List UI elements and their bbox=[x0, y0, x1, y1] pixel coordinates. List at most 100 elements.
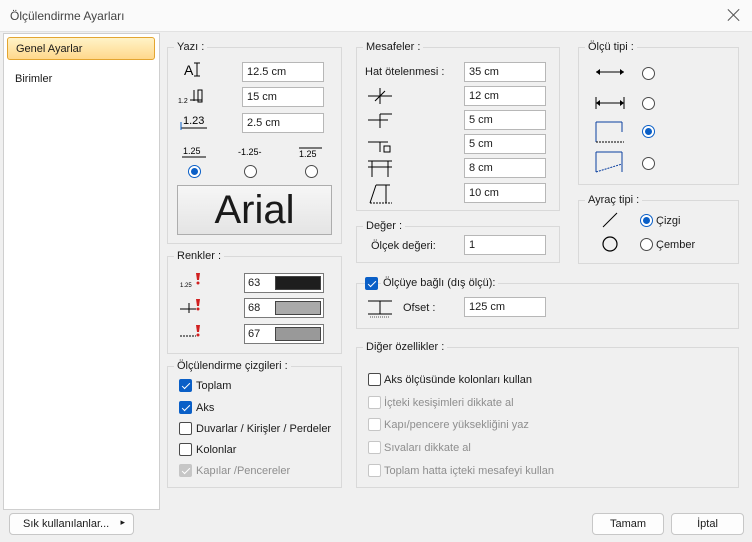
distance-field-4[interactable]: 5 cm bbox=[464, 134, 546, 154]
duvarlar-checkbox[interactable] bbox=[179, 422, 192, 435]
cizgiler-group-title: Ölçülendirme çizgileri : bbox=[174, 360, 291, 372]
disolcu-checkbox[interactable] bbox=[365, 277, 378, 290]
line-color-swatch[interactable]: 68 bbox=[244, 298, 324, 318]
toplam-icteki-label: Toplam hatta içteki mesafeyi kullan bbox=[384, 465, 554, 477]
aks-kolon-label: Aks ölçüsünde kolonları kullan bbox=[384, 374, 532, 386]
icteki-kesisim-checkbox[interactable] bbox=[368, 396, 381, 409]
distance-field-2[interactable]: 12 cm bbox=[464, 86, 546, 106]
text-color-fill bbox=[275, 276, 321, 290]
aks-checkbox[interactable] bbox=[179, 401, 192, 414]
text-spacing-field[interactable]: 2.5 cm bbox=[242, 113, 324, 133]
disolcu-label: Ölçüye bağlı (dış ölçü): bbox=[381, 277, 498, 289]
svg-text:1.25: 1.25 bbox=[299, 149, 317, 159]
svg-text:1.25: 1.25 bbox=[183, 146, 201, 156]
text-decimal-icon: 1.23 bbox=[179, 112, 209, 132]
ayrac-cember-radio[interactable] bbox=[640, 238, 653, 251]
extension-offset-icon bbox=[366, 134, 394, 154]
dim-type-extension-icon bbox=[594, 118, 628, 146]
chevron-right-icon: ▸ bbox=[120, 517, 125, 527]
line-color-icon bbox=[180, 297, 202, 315]
hat-otelenmesi-field[interactable]: 35 cm bbox=[464, 62, 546, 82]
duvarlar-label: Duvarlar / Kirişler / Perdeler bbox=[196, 423, 332, 435]
category-list: Genel Ayarlar Birimler bbox=[3, 33, 160, 510]
extension-color-icon bbox=[180, 323, 202, 341]
column-gap-icon bbox=[366, 157, 394, 179]
extension-color-fill bbox=[275, 327, 321, 341]
dim-type-2-radio[interactable] bbox=[642, 97, 655, 110]
hat-otelenmesi-label: Hat ötelenmesi : bbox=[365, 66, 445, 78]
offset-icon bbox=[366, 297, 394, 319]
text-offset-field[interactable]: 15 cm bbox=[242, 87, 324, 107]
font-select-button[interactable]: Arial bbox=[177, 185, 332, 235]
deger-group-title: Değer : bbox=[363, 220, 406, 232]
ayrac-cember-label: Çember bbox=[656, 239, 696, 251]
text-height-icon: A bbox=[182, 60, 206, 80]
text-color-swatch[interactable]: 63 bbox=[244, 273, 324, 293]
distance-field-3[interactable]: 5 cm bbox=[464, 110, 546, 130]
text-size-field[interactable]: 12.5 cm bbox=[242, 62, 324, 82]
svg-text:A: A bbox=[184, 62, 194, 78]
svg-text:1.2: 1.2 bbox=[178, 98, 188, 105]
renkler-group-title: Renkler : bbox=[174, 250, 225, 262]
dim-type-ticks-icon bbox=[594, 95, 628, 111]
sivalar-label: Sıvaları dikkate al bbox=[384, 442, 471, 454]
window-title: Ölçülendirme Ayarları bbox=[10, 9, 125, 23]
sik-kullanilanlar-label: Sık kullanılanlar... bbox=[23, 518, 110, 530]
cancel-button[interactable]: İptal bbox=[671, 513, 744, 535]
extension-overshoot-icon bbox=[366, 110, 394, 130]
extension-color-swatch[interactable]: 67 bbox=[244, 324, 324, 344]
kapi-yukseklik-checkbox[interactable] bbox=[368, 418, 381, 431]
ayrac-cizgi-radio[interactable] bbox=[640, 214, 653, 227]
dim-type-4-radio[interactable] bbox=[642, 157, 655, 170]
distance-field-6[interactable]: 10 cm bbox=[464, 183, 546, 203]
aks-label: Aks bbox=[196, 402, 215, 414]
sik-kullanilanlar-button[interactable]: Sık kullanılanlar... ▸ bbox=[9, 513, 134, 535]
ok-button[interactable]: Tamam bbox=[592, 513, 664, 535]
text-offset-icon: 1.2 bbox=[178, 86, 208, 106]
ayrac-tipi-group-title: Ayraç tipi : bbox=[585, 194, 643, 206]
text-color-number: 63 bbox=[248, 277, 261, 289]
ofset-label: Ofset : bbox=[403, 302, 436, 314]
svg-text:-1.25-: -1.25- bbox=[238, 147, 262, 157]
text-position-below-radio[interactable] bbox=[305, 165, 318, 178]
ofset-field[interactable]: 125 cm bbox=[464, 297, 546, 317]
toplam-icteki-checkbox[interactable] bbox=[368, 464, 381, 477]
extension-color-number: 67 bbox=[248, 328, 261, 340]
ayrac-cizgi-label: Çizgi bbox=[656, 215, 681, 227]
text-color-icon: 1.25 bbox=[180, 271, 202, 289]
text-below-line-icon: 1.25 bbox=[298, 145, 324, 159]
kolonlar-label: Kolonlar bbox=[196, 444, 237, 456]
toplam-label: Toplam bbox=[196, 380, 232, 392]
olcu-tipi-group-title: Ölçü tipi : bbox=[585, 41, 637, 53]
svg-text:1.23: 1.23 bbox=[183, 115, 204, 127]
sivalar-checkbox[interactable] bbox=[368, 441, 381, 454]
kapilar-checkbox[interactable] bbox=[179, 464, 192, 477]
nav-item-genel-ayarlar[interactable]: Genel Ayarlar bbox=[7, 37, 155, 60]
separator-circle-icon bbox=[600, 234, 620, 254]
kapilar-label: Kapılar /Pencereler bbox=[196, 465, 291, 477]
icteki-kesisim-label: İçteki kesişimleri dikkate al bbox=[384, 397, 514, 409]
nav-item-birimler[interactable]: Birimler bbox=[7, 68, 155, 91]
svg-text:1.25: 1.25 bbox=[180, 283, 192, 289]
title-bar: Ölçülendirme Ayarları bbox=[0, 0, 752, 32]
yazi-group-title: Yazı : bbox=[174, 41, 208, 53]
distance-field-5[interactable]: 8 cm bbox=[464, 158, 546, 178]
toplam-checkbox[interactable] bbox=[179, 379, 192, 392]
line-color-number: 68 bbox=[248, 302, 261, 314]
separator-line-icon bbox=[600, 210, 620, 230]
olcek-degeri-field[interactable]: 1 bbox=[464, 235, 546, 255]
kapi-yukseklik-label: Kapı/pencere yüksekliğini yaz bbox=[384, 419, 529, 431]
dim-type-3-radio[interactable] bbox=[642, 125, 655, 138]
mesafeler-group-title: Mesafeler : bbox=[363, 41, 424, 53]
text-position-inline-radio[interactable] bbox=[244, 165, 257, 178]
text-inline-icon: -1.25- bbox=[237, 145, 267, 159]
text-position-above-radio[interactable] bbox=[188, 165, 201, 178]
dimension-line-gap-icon bbox=[366, 86, 394, 106]
olcek-degeri-label: Ölçek değeri: bbox=[371, 240, 436, 252]
dim-type-1-radio[interactable] bbox=[642, 67, 655, 80]
dim-type-arrow-icon bbox=[594, 66, 628, 78]
dim-type-slanted-icon bbox=[594, 146, 628, 176]
aks-kolon-checkbox[interactable] bbox=[368, 373, 381, 386]
close-icon[interactable] bbox=[726, 7, 742, 23]
kolonlar-checkbox[interactable] bbox=[179, 443, 192, 456]
